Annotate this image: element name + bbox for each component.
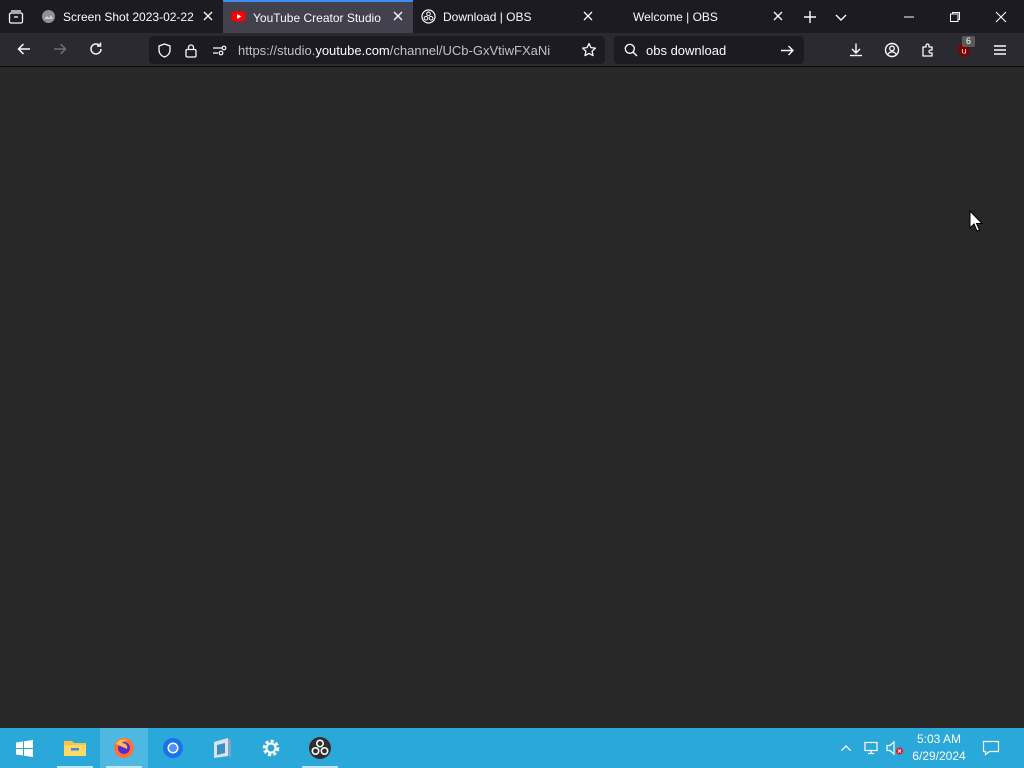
close-tab-icon[interactable] — [201, 9, 215, 23]
tab-title: Welcome | OBS — [633, 9, 718, 24]
close-tab-icon[interactable] — [391, 9, 405, 23]
tab-title: YouTube Creator Studio — [253, 10, 381, 25]
settings-gear-icon[interactable] — [247, 728, 295, 768]
chrome-icon[interactable] — [149, 728, 197, 768]
windows-start-icon[interactable] — [0, 728, 48, 768]
search-bar[interactable]: obs download — [614, 36, 804, 64]
url-prefix: https://studio. — [238, 43, 316, 58]
clock-time: 5:03 AM — [916, 732, 962, 746]
file-explorer-icon[interactable] — [51, 728, 99, 768]
restore-icon[interactable] — [932, 0, 978, 33]
url-text: https://studio.youtube.com/channel/UCb-G… — [238, 43, 572, 58]
volume-muted-icon[interactable] — [884, 728, 906, 768]
account-icon[interactable] — [881, 39, 903, 61]
system-clock[interactable]: 5:03 AM 6/29/2024 — [906, 731, 972, 765]
search-input[interactable]: obs download — [646, 43, 726, 58]
image-icon — [41, 9, 56, 24]
svg-text:u: u — [961, 47, 966, 56]
tab-download-obs[interactable]: Download | OBS — [413, 0, 603, 33]
chevron-up-icon[interactable] — [836, 728, 856, 768]
url-bar[interactable]: https://studio.youtube.com/channel/UCb-G… — [149, 36, 605, 64]
extensions-puzzle-icon[interactable] — [917, 39, 939, 61]
shield-icon[interactable] — [155, 41, 173, 59]
extension-badge: 6 — [962, 36, 975, 47]
tab-bar: Screen Shot 2023-02-22 a YouTube Creator… — [0, 0, 1024, 33]
obs-icon — [421, 9, 436, 24]
lock-icon[interactable] — [182, 41, 200, 59]
notifications-icon[interactable] — [978, 728, 1004, 768]
back-icon[interactable] — [12, 37, 36, 61]
close-window-icon[interactable] — [978, 0, 1024, 33]
tab-welcome-obs[interactable]: Welcome | OBS — [603, 0, 793, 33]
url-domain: youtube.com — [315, 43, 390, 58]
search-go-arrow-icon[interactable] — [778, 41, 796, 59]
reload-icon[interactable] — [84, 37, 108, 61]
permissions-icon[interactable] — [210, 41, 228, 59]
bookmark-star-icon[interactable] — [579, 40, 599, 60]
close-tab-icon[interactable] — [581, 9, 595, 23]
tab-screenshot[interactable]: Screen Shot 2023-02-22 a — [33, 0, 223, 33]
app-icon[interactable] — [198, 728, 246, 768]
firefox-icon[interactable] — [100, 728, 148, 768]
tab-youtube-studio[interactable]: YouTube Creator Studio — [223, 0, 413, 33]
tab-title: Download | OBS — [443, 9, 532, 24]
close-tab-icon[interactable] — [771, 9, 785, 23]
minimize-icon[interactable] — [886, 0, 932, 33]
downloads-icon[interactable] — [845, 39, 867, 61]
chevron-down-icon[interactable] — [830, 6, 852, 28]
mouse-cursor-icon — [969, 209, 984, 232]
search-icon — [623, 41, 639, 59]
tab-title: Screen Shot 2023-02-22 a — [63, 9, 197, 24]
obs-studio-icon[interactable] — [296, 728, 344, 768]
forward-icon[interactable] — [48, 37, 72, 61]
list-all-tabs-icon[interactable] — [6, 7, 26, 27]
new-tab-icon[interactable] — [799, 6, 821, 28]
menu-hamburger-icon[interactable] — [989, 39, 1011, 61]
clock-date: 6/29/2024 — [912, 749, 966, 763]
page-content-area[interactable] — [0, 67, 1024, 728]
youtube-icon — [231, 9, 246, 24]
network-icon[interactable] — [860, 728, 882, 768]
url-path: /channel/UCb-GxVtiwFXaNi — [389, 43, 551, 58]
